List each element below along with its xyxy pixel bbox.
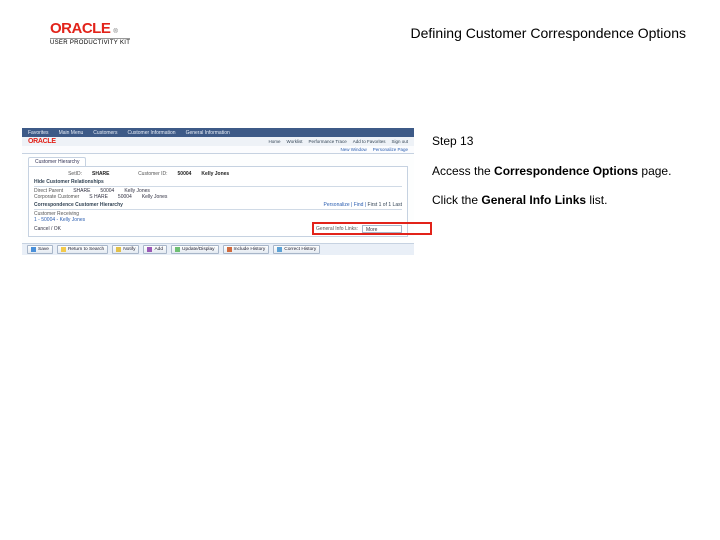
cust-row-link[interactable]: 1 - 50004 - Kelly Jones <box>34 217 85 223</box>
txt: Click the <box>432 193 481 207</box>
brand-block: ORACLE ® USER PRODUCTIVITY KIT <box>50 20 130 46</box>
brand-links: Home Worklist Performance Trace Add to F… <box>269 139 408 144</box>
panel-main: SetID: SHARE Customer ID: 50004 Kelly Jo… <box>28 166 408 237</box>
section-corr-tools: Personalize | Find | First 1 of 1 Last <box>324 202 402 208</box>
bold-gi-links: General Info Links <box>481 193 586 207</box>
section-corr: Correspondence Customer Hierarchy Person… <box>34 202 402 210</box>
return-label: Return to Search <box>68 247 104 252</box>
section-corr-label: Correspondence Customer Hierarchy <box>34 202 123 208</box>
step-label: Step 13 <box>432 134 694 150</box>
update-button[interactable]: Update/Display <box>171 245 219 254</box>
custname-value: Kelly Jones <box>201 171 229 177</box>
link-home[interactable]: Home <box>269 139 281 144</box>
txt: page. <box>638 164 671 178</box>
add-icon <box>147 247 152 252</box>
instruction-line-2: Click the General Info Links list. <box>432 193 694 209</box>
link-signout[interactable]: Sign out <box>391 139 408 144</box>
page-header: ORACLE ® USER PRODUCTIVITY KIT Defining … <box>50 14 700 52</box>
breadcrumb: Favorites <box>28 130 49 136</box>
notify-button[interactable]: Notify <box>112 245 139 254</box>
instruction-panel: Step 13 Access the Correspondence Option… <box>432 134 694 223</box>
include-history-button[interactable]: Include History <box>223 245 270 254</box>
brand-bar: ORACLE Home Worklist Performance Trace A… <box>22 137 414 146</box>
logo-subline: USER PRODUCTIVITY KIT <box>50 38 130 46</box>
oracle-logo: ORACLE ® <box>50 20 130 37</box>
mini-logo: ORACLE <box>28 138 56 145</box>
link-worklist[interactable]: Worklist <box>287 139 303 144</box>
custid-label: Customer ID: <box>120 171 168 177</box>
instruction-line-1: Access the Correspondence Options page. <box>432 164 694 180</box>
txt: Access the <box>432 164 494 178</box>
body: Customer Hierarchy SetID: SHARE Customer… <box>22 154 414 243</box>
breadcrumb: General Information <box>186 130 230 136</box>
include-icon <box>227 247 232 252</box>
update-label: Update/Display <box>182 247 215 252</box>
tab-customer-hierarchy[interactable]: Customer Hierarchy <box>28 157 86 166</box>
add-button[interactable]: Add <box>143 245 167 254</box>
include-label: Include History <box>234 247 266 252</box>
rel-row2: Corporate Customer S HARE 50004 Kelly Jo… <box>34 194 402 200</box>
add-label: Add <box>154 247 163 252</box>
link-perf[interactable]: Performance Trace <box>308 139 346 144</box>
corp-label: Corporate Customer <box>34 194 79 200</box>
page-title: Defining Customer Correspondence Options <box>411 25 686 41</box>
sub-links: New Window Personalize Page <box>22 146 414 154</box>
button-bar: Save Return to Search Notify Add Update/… <box>22 243 414 255</box>
return-button[interactable]: Return to Search <box>57 245 108 254</box>
bold-corr-opts: Correspondence Options <box>494 164 638 178</box>
logo-tm: ® <box>113 29 117 35</box>
notify-label: Notify <box>123 247 135 252</box>
row-ids: SetID: SHARE Customer ID: 50004 Kelly Jo… <box>34 170 402 177</box>
bottom-row: Cancel / OK General Info Links: More <box>34 225 402 233</box>
correl: Cancel / OK <box>34 226 61 232</box>
setid-label: SetID: <box>34 171 82 177</box>
save-label: Save <box>38 247 49 252</box>
section-relationships: Hide Customer Relationships <box>34 179 402 187</box>
save-icon <box>31 247 36 252</box>
corp-val: S HARE <box>89 194 108 200</box>
setid-value: SHARE <box>92 171 110 177</box>
topnav: Favorites Main Menu Customers Customer I… <box>22 128 414 137</box>
notify-icon <box>116 247 121 252</box>
link-fav[interactable]: Add to Favorites <box>353 139 386 144</box>
txt: list. <box>586 193 607 207</box>
highlight-box <box>312 222 432 235</box>
correct-history-button[interactable]: Correct History <box>273 245 320 254</box>
corpname: Kelly Jones <box>142 194 168 200</box>
count-text: First 1 of 1 Last <box>368 202 402 208</box>
save-button[interactable]: Save <box>27 245 53 254</box>
app-screenshot: Favorites Main Menu Customers Customer I… <box>22 128 414 248</box>
logo-word: ORACLE <box>50 20 110 37</box>
update-icon <box>175 247 180 252</box>
breadcrumb: Customers <box>93 130 117 136</box>
return-icon <box>61 247 66 252</box>
breadcrumb: Main Menu <box>59 130 84 136</box>
correct-icon <box>277 247 282 252</box>
link-newwin[interactable]: New Window <box>340 147 366 152</box>
corpid-val: 50004 <box>118 194 132 200</box>
link-personalize[interactable]: Personalize Page <box>373 147 408 152</box>
custid-value: 50004 <box>178 171 192 177</box>
breadcrumb: Customer Information <box>127 130 175 136</box>
personalize-link[interactable]: Personalize | Find | <box>324 202 367 208</box>
correct-label: Correct History <box>284 247 316 252</box>
